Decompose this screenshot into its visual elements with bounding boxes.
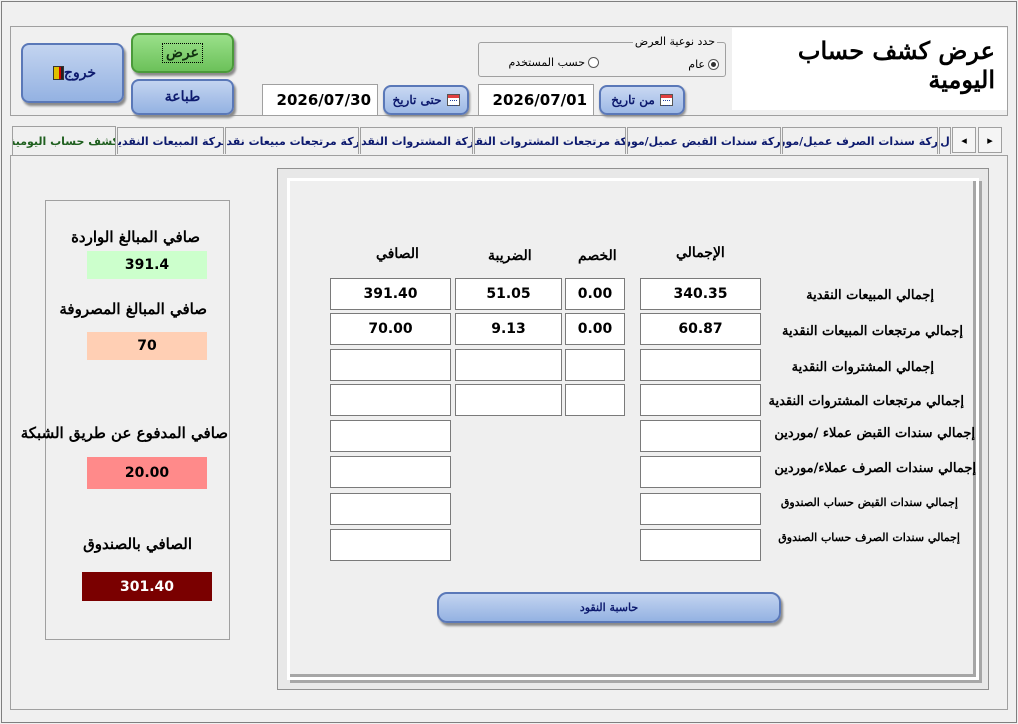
total-cell[interactable] — [640, 456, 761, 488]
radio-user-dot[interactable] — [588, 57, 599, 68]
money-calculator-button[interactable]: حاسبة النقود — [437, 592, 781, 623]
row-label: إجمالي سندات الصرف عملاء/موردين — [774, 461, 976, 476]
header-net: الصافي — [376, 246, 419, 262]
header-tax: الضريبة — [488, 248, 532, 264]
row-label: إجمالي مرتجعات المبيعات النقدية — [781, 324, 963, 339]
net-cell[interactable] — [330, 493, 451, 525]
date-from-button[interactable]: من تاريخ — [599, 85, 685, 115]
row-label: إجمالي سندات القبض حساب الصندوق — [780, 496, 958, 509]
date-from-label: من تاريخ — [611, 93, 655, 107]
print-button-label: طباعة — [164, 89, 201, 105]
net-cell[interactable] — [330, 529, 451, 561]
total-cell[interactable] — [640, 493, 761, 525]
row-label: إجمالي المشتروات النقدية — [791, 360, 934, 375]
header-discount: الخصم — [578, 248, 617, 264]
exit-button[interactable]: خروج — [21, 43, 124, 103]
tab-cash-sales[interactable]: حركة المبيعات النقدية — [117, 127, 224, 154]
tab-cash-sales-returns[interactable]: حركة مرتجعات مبيعات نقدية — [225, 127, 359, 154]
tab-payment-vouchers[interactable]: حركة سندات الصرف عميل/مورد — [782, 127, 938, 154]
tab-receipt-vouchers[interactable]: حركة سندات القبض عميل/مورد — [627, 127, 781, 154]
incoming-label: صافي المبالغ الواردة — [71, 228, 200, 246]
spent-label: صافي المبالغ المصروفة — [59, 300, 207, 318]
tax-cell[interactable] — [455, 384, 562, 416]
calendar-icon — [659, 94, 673, 106]
tab-cash-purchases[interactable]: حركة المشتروات النقدية — [360, 127, 473, 154]
row-label: إجمالي سندات الصرف حساب الصندوق — [778, 531, 960, 544]
total-cell[interactable]: 340.35 — [640, 278, 761, 310]
tax-cell[interactable]: 9.13 — [455, 313, 562, 345]
total-cell[interactable]: 60.87 — [640, 313, 761, 345]
net-cell[interactable] — [330, 420, 451, 452]
tab-cash-purchase-returns[interactable]: حركة مرتجعات المشتروات النقدية — [474, 127, 626, 154]
total-cell[interactable] — [640, 384, 761, 416]
date-to-label: حتى تاريخ — [392, 93, 442, 107]
radio-general-dot[interactable] — [708, 59, 719, 70]
discount-cell[interactable] — [565, 349, 625, 381]
view-type-group: حدد نوعية العرض عام حسب المستخدم — [478, 35, 726, 77]
date-from-field[interactable]: 2026/07/01 — [478, 84, 594, 116]
net-cell[interactable] — [330, 349, 451, 381]
cashbox-value: 301.40 — [82, 572, 212, 601]
discount-cell[interactable]: 0.00 — [565, 313, 625, 345]
money-calculator-label: حاسبة النقود — [579, 601, 639, 614]
exit-button-label: خروج — [63, 65, 97, 81]
total-cell[interactable] — [640, 529, 761, 561]
network-label: صافي المدفوع عن طريق الشبكة — [20, 424, 228, 442]
discount-cell[interactable] — [565, 384, 625, 416]
title-box: عرض كشف حساب اليومية — [732, 28, 1007, 110]
net-cell[interactable]: 391.40 — [330, 278, 451, 310]
tab-more[interactable]: ل — [939, 127, 951, 154]
tab-bar: كشف حساب اليومية حركة المبيعات النقدية ح… — [10, 126, 1008, 155]
row-label: إجمالي مرتجعات المشتروات النقدية — [768, 394, 964, 409]
tax-cell[interactable]: 51.05 — [455, 278, 562, 310]
total-cell[interactable] — [640, 420, 761, 452]
radio-user[interactable]: حسب المستخدم — [508, 56, 599, 69]
tax-cell[interactable] — [455, 349, 562, 381]
date-to-field[interactable]: 2026/07/30 — [262, 84, 378, 116]
date-to-button[interactable]: حتى تاريخ — [383, 85, 469, 115]
view-button-label: عرض — [161, 43, 203, 63]
net-cell[interactable] — [330, 456, 451, 488]
radio-general[interactable]: عام — [688, 58, 719, 71]
print-button[interactable]: طباعة — [131, 79, 234, 115]
network-value: 20.00 — [87, 457, 207, 489]
tab-scroll-left-icon[interactable]: ◂ — [952, 127, 976, 153]
page-title: عرض كشف حساب اليومية — [797, 36, 995, 94]
radio-user-label: حسب المستخدم — [508, 56, 586, 69]
cashbox-label: الصافي بالصندوق — [83, 535, 192, 553]
row-label: إجمالي سندات القبض عملاء /موردين — [774, 426, 975, 441]
tab-daily-statement[interactable]: كشف حساب اليومية — [12, 126, 116, 155]
header-total: الإجمالي — [676, 245, 725, 261]
view-type-legend: حدد نوعية العرض — [632, 35, 717, 48]
tab-scroll-right-icon[interactable]: ▸ — [978, 127, 1002, 153]
net-cell[interactable] — [330, 384, 451, 416]
spent-value: 70 — [87, 332, 207, 360]
incoming-value: 391.4 — [87, 251, 207, 279]
view-button[interactable]: عرض — [131, 33, 234, 73]
discount-cell[interactable]: 0.00 — [565, 278, 625, 310]
row-label: إجمالي المبيعات النقدية — [806, 288, 934, 303]
calendar-icon — [446, 94, 460, 106]
total-cell[interactable] — [640, 349, 761, 381]
exit-icon — [52, 66, 64, 80]
radio-general-label: عام — [688, 58, 705, 71]
net-cell[interactable]: 70.00 — [330, 313, 451, 345]
